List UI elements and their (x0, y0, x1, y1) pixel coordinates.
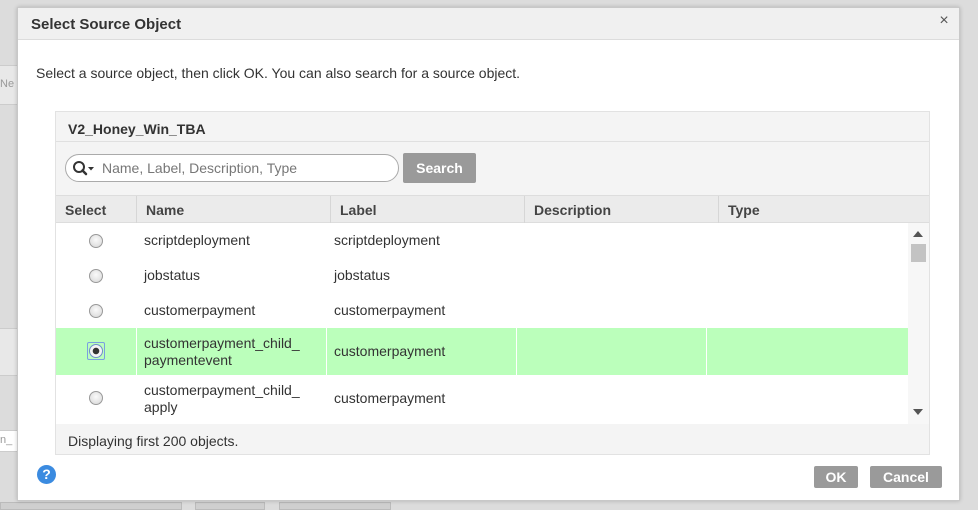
row-type (707, 328, 907, 375)
row-description (517, 375, 707, 422)
background-bar-3 (279, 502, 391, 510)
row-label: customerpayment (334, 390, 446, 406)
search-box[interactable] (65, 154, 399, 182)
table-row[interactable]: customerpayment customerpayment (56, 293, 908, 328)
column-header-type[interactable]: Type (719, 196, 929, 224)
select-radio[interactable] (89, 304, 103, 318)
background-bar-2 (195, 502, 265, 510)
background-bar-1 (0, 502, 182, 510)
row-name: customerpayment (144, 302, 256, 318)
help-icon[interactable]: ? (37, 465, 56, 484)
search-button[interactable]: Search (403, 153, 476, 183)
row-label: jobstatus (334, 267, 391, 283)
select-radio[interactable] (89, 234, 103, 248)
cancel-button[interactable]: Cancel (870, 466, 942, 488)
row-description (517, 223, 707, 258)
select-source-object-dialog: Select Source Object × Select a source o… (17, 7, 960, 501)
source-object-panel: V2_Honey_Win_TBA Search Select Name Labe… (55, 111, 930, 455)
row-name: scriptdeployment (144, 232, 250, 248)
row-label: scriptdeployment (334, 232, 440, 248)
column-header-select[interactable]: Select (56, 196, 137, 224)
connection-name: V2_Honey_Win_TBA (68, 121, 206, 137)
instruction-text: Select a source object, then click OK. Y… (36, 65, 521, 81)
background-panel (0, 328, 18, 376)
background-field: n_ (0, 430, 18, 452)
table-row[interactable]: scriptdeployment scriptdeployment (56, 223, 908, 258)
dialog-title: Select Source Object (31, 16, 182, 33)
table-row[interactable]: jobstatus jobstatus (56, 258, 908, 293)
row-select-cell (56, 328, 137, 375)
column-header-label[interactable]: Label (331, 196, 525, 224)
search-input[interactable] (100, 158, 390, 178)
row-description (517, 258, 707, 293)
row-type (707, 293, 907, 328)
row-name: jobstatus (144, 267, 201, 283)
row-type (707, 223, 907, 258)
row-type (707, 258, 907, 293)
row-description (517, 328, 707, 375)
column-header-description[interactable]: Description (525, 196, 719, 224)
select-radio[interactable] (89, 391, 103, 405)
vertical-scrollbar[interactable] (908, 223, 929, 424)
scroll-down-icon[interactable] (913, 409, 923, 415)
scroll-thumb[interactable] (911, 244, 926, 262)
ok-button[interactable]: OK (814, 466, 858, 488)
table-row[interactable]: customerpayment_child_ apply customerpay… (56, 375, 908, 422)
table-header: Select Name Label Description Type (56, 195, 929, 224)
column-header-name[interactable]: Name (137, 196, 331, 224)
row-type (707, 375, 907, 422)
background-tab-text: Ne (0, 78, 15, 90)
status-text: Displaying first 200 objects. (68, 433, 239, 449)
row-description (517, 293, 707, 328)
search-icon[interactable] (72, 160, 96, 178)
close-icon[interactable]: × (935, 11, 953, 31)
table-body: scriptdeployment scriptdeployment jobsta… (56, 223, 929, 424)
row-name: customerpayment_child_ apply (144, 381, 300, 415)
divider (56, 141, 929, 142)
row-label: customerpayment (334, 302, 446, 318)
table-row-selected[interactable]: customerpayment_child_ paymentevent cust… (56, 328, 908, 375)
background-tab: Ne (0, 65, 18, 105)
row-name: customerpayment_child_ paymentevent (137, 328, 327, 375)
dialog-header: Select Source Object × (18, 8, 959, 40)
select-radio[interactable] (89, 269, 103, 283)
scroll-up-icon[interactable] (913, 231, 923, 237)
row-label: customerpayment (327, 328, 517, 375)
